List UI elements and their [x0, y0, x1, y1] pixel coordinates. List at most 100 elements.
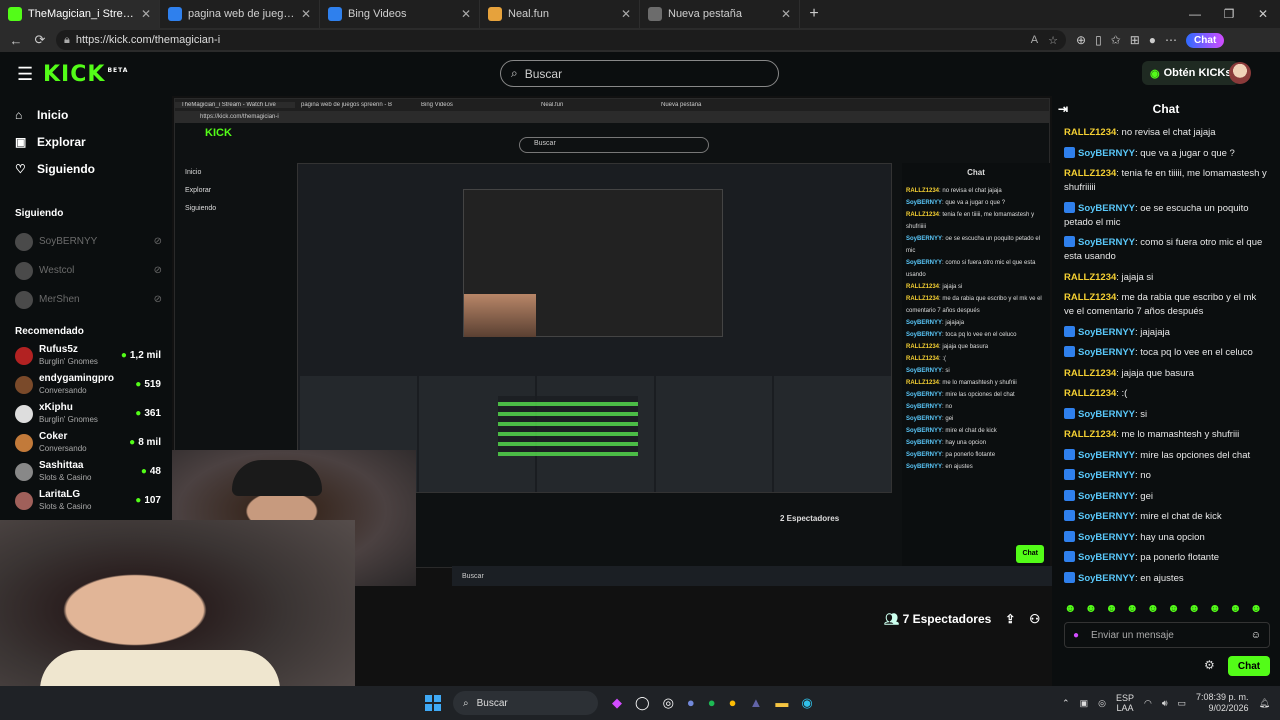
- notification-bell-icon[interactable]: 🔔︎: [1259, 698, 1270, 709]
- get-kicks-button[interactable]: ◉ Obtén KICKs: [1142, 61, 1240, 85]
- chat-username[interactable]: SoyBERNYY: [1078, 470, 1135, 481]
- chat-username[interactable]: SoyBERNYY: [1078, 450, 1135, 461]
- teams-app-icon[interactable]: ▲: [749, 695, 762, 711]
- profile-icon[interactable]: ●: [1149, 33, 1156, 47]
- share-icon[interactable]: ⇪: [1005, 612, 1015, 626]
- chat-username[interactable]: RALLZ1234: [1064, 168, 1116, 179]
- search-input[interactable]: ⌕ Buscar: [500, 60, 779, 87]
- chat-username[interactable]: SoyBERNYY: [1078, 327, 1135, 338]
- chat-send-button[interactable]: Chat: [1228, 656, 1270, 676]
- chat-message[interactable]: SoyBERNYY: hay una opcion: [1064, 530, 1268, 545]
- chrome-app-icon[interactable]: ●: [729, 695, 737, 711]
- close-window-icon[interactable]: ✕: [1246, 0, 1280, 28]
- close-tab-icon[interactable]: ✕: [621, 7, 631, 21]
- chat-message[interactable]: SoyBERNYY: gei: [1064, 489, 1268, 504]
- browser-tab[interactable]: pagina web de juegos spreenn - B ✕: [160, 0, 320, 28]
- chat-username[interactable]: SoyBERNYY: [1078, 552, 1135, 563]
- emote-icon[interactable]: ☻: [1167, 601, 1180, 615]
- emote-icon[interactable]: ☻: [1105, 601, 1118, 615]
- chat-username[interactable]: SoyBERNYY: [1078, 203, 1135, 214]
- emote-icon[interactable]: ☻: [1188, 601, 1201, 615]
- file-explorer-icon[interactable]: ▬: [775, 695, 788, 711]
- wifi-icon[interactable]: ◠: [1144, 698, 1152, 709]
- chat-message[interactable]: RALLZ1234: no revisa el chat jajaja: [1064, 126, 1268, 140]
- windows-start-icon[interactable]: [425, 695, 441, 711]
- tray-chevron-icon[interactable]: ⌃: [1062, 698, 1070, 709]
- refresh-icon[interactable]: ⟳: [28, 32, 52, 48]
- chat-input[interactable]: ● Enviar un mensaje ☺: [1064, 622, 1270, 648]
- chat-message[interactable]: SoyBERNYY: como si fuera otro mic el que…: [1064, 236, 1268, 264]
- emoji-picker-icon[interactable]: ☺: [1251, 630, 1261, 641]
- browser-tab[interactable]: Bing Videos ✕: [320, 0, 480, 28]
- new-tab-icon[interactable]: +: [800, 0, 828, 28]
- chat-message[interactable]: SoyBERNYY: oe se escucha un poquito peta…: [1064, 201, 1268, 230]
- collections-icon[interactable]: ⊞: [1130, 33, 1140, 47]
- chat-message[interactable]: SoyBERNYY: que va a jugar o que ?: [1064, 146, 1268, 161]
- chat-username[interactable]: SoyBERNYY: [1078, 409, 1135, 420]
- hamburger-menu-icon[interactable]: ☰: [17, 64, 39, 85]
- emote-icon[interactable]: ☻: [1250, 601, 1263, 615]
- read-aloud-icon[interactable]: A: [1031, 34, 1038, 47]
- discord-app-icon[interactable]: ●: [687, 695, 695, 711]
- split-screen-icon[interactable]: ▯: [1095, 33, 1102, 47]
- volume-icon[interactable]: 🔊︎: [1162, 698, 1168, 709]
- chat-username[interactable]: RALLZ1234: [1064, 388, 1116, 399]
- battery-icon[interactable]: ▭: [1178, 698, 1187, 709]
- chat-message[interactable]: SoyBERNYY: pa ponerlo flotante: [1064, 551, 1268, 565]
- chat-username[interactable]: RALLZ1234: [1064, 272, 1116, 283]
- chat-message[interactable]: RALLZ1234: :(: [1064, 387, 1268, 401]
- chat-username[interactable]: SoyBERNYY: [1078, 491, 1135, 502]
- nav-explorar[interactable]: ▣ Explorar: [15, 128, 172, 155]
- chat-message[interactable]: SoyBERNYY: mire el chat de kick: [1064, 510, 1268, 524]
- chat-message[interactable]: RALLZ1234: jajaja si: [1064, 271, 1268, 285]
- nav-inicio[interactable]: ⌂ Inicio: [15, 101, 172, 128]
- user-avatar[interactable]: [1229, 62, 1251, 84]
- chat-message[interactable]: RALLZ1234: me da rabia que escribo y el …: [1064, 291, 1268, 319]
- chat-username[interactable]: RALLZ1234: [1064, 292, 1116, 303]
- address-bar[interactable]: 🔒︎ https://kick.com/themagician-i A ☆: [56, 30, 1066, 50]
- chat-message[interactable]: RALLZ1234: tenia fe en tiiiii, me lomama…: [1064, 167, 1268, 195]
- nav-siguiendo[interactable]: ♡ Siguiendo: [15, 155, 172, 182]
- chat-settings-gear-icon[interactable]: ⚙: [1204, 658, 1215, 672]
- restore-icon[interactable]: ❐: [1212, 0, 1246, 28]
- edge-app-icon[interactable]: ◉: [801, 695, 812, 711]
- following-item[interactable]: MerShen ⊘: [15, 285, 172, 314]
- chat-message[interactable]: SoyBERNYY: toca pq lo vee en el celuco: [1064, 346, 1268, 360]
- chat-username[interactable]: SoyBERNYY: [1078, 532, 1135, 543]
- extensions-icon[interactable]: ⊕: [1076, 33, 1086, 47]
- chat-username[interactable]: SoyBERNYY: [1078, 237, 1135, 248]
- close-tab-icon[interactable]: ✕: [461, 7, 471, 21]
- close-tab-icon[interactable]: ✕: [141, 7, 151, 21]
- kick-logo[interactable]: KICK BETA: [43, 62, 128, 87]
- follow-user-icon[interactable]: ⚇: [1029, 612, 1040, 626]
- tray-app-icon[interactable]: ◎: [1098, 698, 1106, 709]
- close-tab-icon[interactable]: ✕: [301, 7, 311, 21]
- chat-message[interactable]: SoyBERNYY: mire las opciones del chat: [1064, 448, 1268, 463]
- back-icon[interactable]: ←: [4, 33, 28, 48]
- chat-message[interactable]: SoyBERNYY: si: [1064, 407, 1268, 422]
- chat-username[interactable]: RALLZ1234: [1064, 429, 1116, 440]
- recommended-item[interactable]: Sashittaa Slots & Casino ● 48: [15, 457, 172, 486]
- close-tab-icon[interactable]: ✕: [781, 7, 791, 21]
- browser-tab[interactable]: TheMagician_i Stream - Watch Live ✕: [0, 0, 160, 28]
- following-item[interactable]: Westcol ⊘: [15, 256, 172, 285]
- tray-app-icon[interactable]: ▣: [1080, 698, 1089, 709]
- emote-icon[interactable]: ☻: [1229, 601, 1242, 615]
- emote-icon[interactable]: ☻: [1208, 601, 1221, 615]
- emote-icon[interactable]: ☻: [1147, 601, 1160, 615]
- recommended-item[interactable]: Coker Conversando ● 8 mil: [15, 428, 172, 457]
- following-item[interactable]: SoyBERNYY ⊘: [15, 227, 172, 256]
- clock[interactable]: 7:08:39 p. m. 9/02/2026: [1196, 692, 1249, 714]
- cortana-app-icon[interactable]: ◯: [635, 695, 650, 711]
- chat-username[interactable]: RALLZ1234: [1064, 368, 1116, 379]
- chat-username[interactable]: SoyBERNYY: [1078, 347, 1135, 358]
- copilot-chat-button[interactable]: Chat: [1186, 32, 1225, 48]
- favorite-star-icon[interactable]: ☆: [1048, 34, 1058, 47]
- chat-username[interactable]: SoyBERNYY: [1078, 573, 1135, 584]
- chat-message[interactable]: SoyBERNYY: jajajaja: [1064, 325, 1268, 340]
- chat-message[interactable]: RALLZ1234: me lo mamashtesh y shufriii: [1064, 428, 1268, 442]
- chat-username[interactable]: SoyBERNYY: [1078, 511, 1135, 522]
- emote-icon[interactable]: ☻: [1064, 601, 1077, 615]
- recommended-item[interactable]: LaritaLG Slots & Casino ● 107: [15, 486, 172, 515]
- chat-message[interactable]: RALLZ1234: jajaja que basura: [1064, 367, 1268, 381]
